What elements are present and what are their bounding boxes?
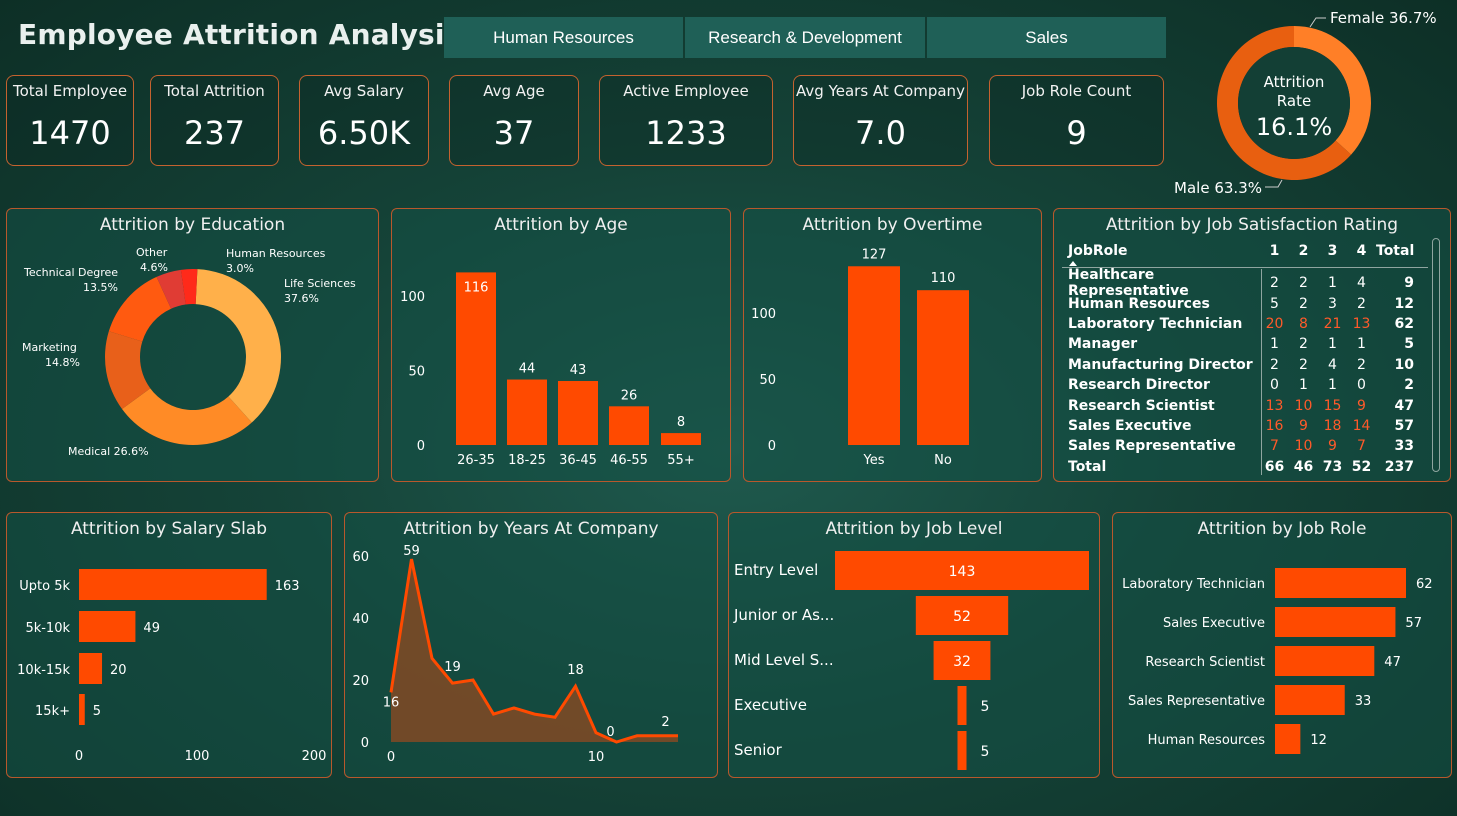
joblevel-data-label: 143: [949, 564, 976, 580]
jobrole-category: Research Scientist: [1145, 655, 1265, 670]
age-data-label: 8: [677, 415, 685, 430]
age-bar: [661, 433, 701, 445]
education-label: Life Sciences: [284, 277, 356, 290]
joblevel-category: Mid Level S...: [734, 651, 834, 669]
years-y-tick: 60: [352, 550, 369, 565]
overtime-x-tick: No: [934, 453, 952, 468]
age-x-tick: 18-25: [508, 453, 546, 468]
overtime-bar: [848, 266, 900, 445]
age-y-tick: 0: [417, 439, 425, 454]
age-data-label: 116: [464, 280, 489, 295]
joblevel-data-label: 5: [981, 699, 990, 715]
age-bar: [507, 379, 547, 445]
age-x-tick: 55+: [667, 453, 694, 468]
joblevel-category: Entry Level: [734, 561, 818, 579]
salary-x-tick: 200: [302, 749, 327, 764]
salary-data-label: 20: [110, 663, 127, 678]
salary-bar: [79, 653, 103, 684]
age-x-tick: 46-55: [610, 453, 648, 468]
age-bar: [456, 272, 496, 445]
age-data-label: 43: [570, 363, 587, 378]
age-y-tick: 50: [408, 365, 425, 380]
joblevel-bar: [957, 731, 967, 770]
education-label-pct: 3.0%: [226, 262, 254, 275]
years-data-label: 19: [444, 660, 461, 675]
salary-y-tick: 10k-15k: [17, 663, 70, 678]
jobrole-category: Sales Representative: [1128, 694, 1265, 709]
sort-ascending-icon: [1069, 261, 1077, 266]
age-data-label: 44: [519, 362, 536, 377]
years-data-label: 18: [567, 663, 584, 678]
age-x-tick: 26-35: [457, 453, 495, 468]
education-label-pct: 14.8%: [45, 356, 80, 369]
overtime-y-tick: 0: [768, 439, 776, 454]
jobrole-data-label: 33: [1355, 694, 1372, 709]
joblevel-category: Junior or As...: [733, 606, 834, 624]
salary-x-tick: 0: [75, 749, 83, 764]
charts-layer: Life Sciences 37.6% Medical 26.6% Marketing…: [17, 246, 1433, 770]
overtime-data-label: 110: [931, 271, 956, 286]
overtime-data-label: 127: [862, 247, 887, 262]
overtime-y-tick: 100: [751, 307, 776, 322]
age-bar: [609, 406, 649, 445]
jobrole-data-label: 62: [1416, 577, 1433, 592]
jobrole-category: Human Resources: [1148, 733, 1266, 748]
education-label: Marketing: [22, 341, 77, 354]
education-label-pct: 37.6%: [284, 292, 319, 305]
overtime-x-tick: Yes: [863, 453, 885, 468]
education-slice: [195, 269, 282, 423]
years-x-tick: 0: [387, 750, 395, 765]
joblevel-category: Executive: [734, 696, 807, 714]
overtime-bar: [917, 290, 969, 445]
age-y-tick: 100: [400, 290, 425, 305]
education-label: Other: [136, 246, 168, 259]
salary-data-label: 5: [93, 704, 101, 719]
education-label: Medical 26.6%: [68, 445, 149, 458]
jobrole-category: Sales Executive: [1163, 616, 1265, 631]
jobrole-data-label: 47: [1384, 655, 1401, 670]
age-bar: [558, 381, 598, 445]
age-data-label: 26: [621, 388, 638, 403]
salary-data-label: 163: [275, 579, 300, 594]
jobrole-bar: [1275, 568, 1406, 598]
years-y-tick: 0: [361, 736, 369, 751]
joblevel-bar: [957, 686, 967, 725]
education-label-pct: 4.6%: [140, 261, 168, 274]
education-label: Technical Degree: [23, 266, 118, 279]
years-x-tick: 10: [588, 750, 605, 765]
salary-bar: [79, 569, 267, 600]
years-y-tick: 40: [352, 612, 369, 627]
joblevel-data-label: 32: [953, 654, 971, 670]
salary-y-tick: 15k+: [35, 704, 70, 719]
salary-x-tick: 100: [185, 749, 210, 764]
years-data-label: 59: [403, 544, 420, 559]
salary-y-tick: Upto 5k: [19, 579, 70, 594]
salary-y-tick: 5k-10k: [25, 621, 70, 636]
jobrole-bar: [1275, 685, 1345, 715]
salary-bar: [79, 694, 85, 725]
jobrole-bar: [1275, 724, 1301, 754]
jobrole-category: Laboratory Technician: [1122, 577, 1265, 592]
years-data-label: 16: [383, 695, 400, 710]
age-x-tick: 36-45: [559, 453, 597, 468]
years-data-label: 0: [606, 725, 614, 740]
joblevel-data-label: 5: [981, 744, 990, 760]
jobrole-data-label: 12: [1310, 733, 1327, 748]
jobrole-bar: [1275, 646, 1375, 676]
education-label: Human Resources: [226, 247, 326, 260]
years-y-tick: 20: [352, 674, 369, 689]
education-label-pct: 13.5%: [83, 281, 118, 294]
salary-bar: [79, 611, 136, 642]
salary-data-label: 49: [143, 621, 160, 636]
years-data-label: 2: [661, 715, 669, 730]
joblevel-category: Senior: [734, 741, 783, 759]
jobrole-data-label: 57: [1405, 616, 1422, 631]
joblevel-data-label: 52: [953, 609, 971, 625]
overtime-y-tick: 50: [759, 373, 776, 388]
jobrole-bar: [1275, 607, 1396, 637]
